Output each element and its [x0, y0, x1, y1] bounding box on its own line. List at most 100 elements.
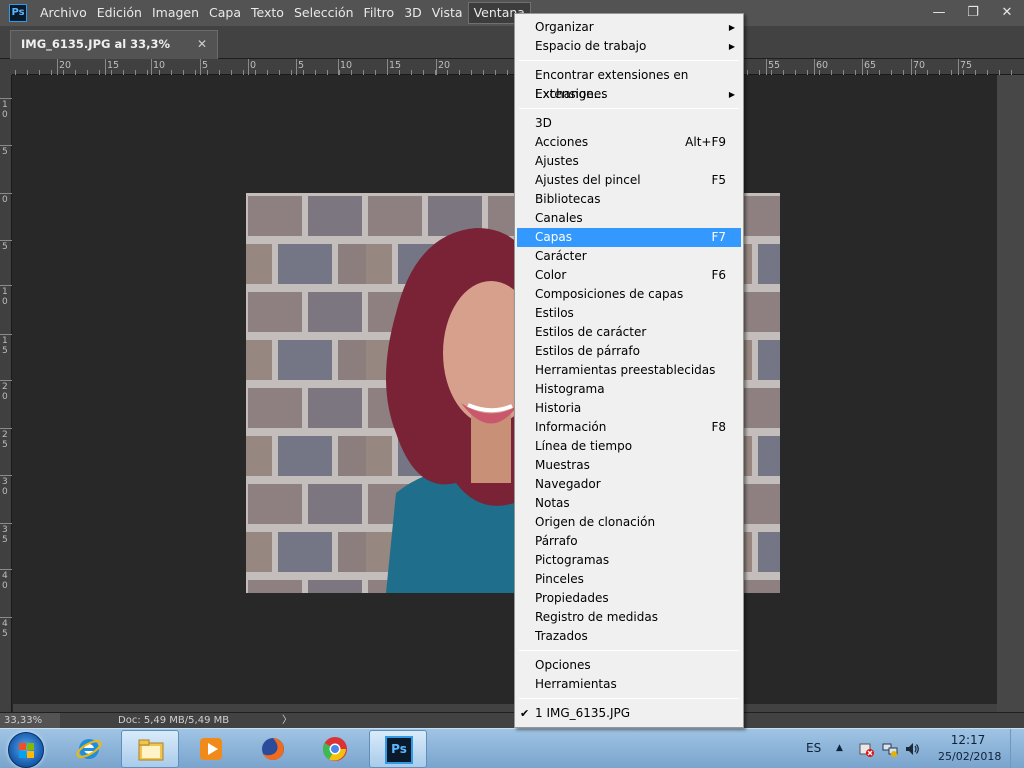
- menu-item-3d[interactable]: 3D: [517, 114, 741, 133]
- menu-item-color[interactable]: Color F6: [517, 266, 741, 285]
- document-tab[interactable]: IMG_6135.JPG al 33,3% (RGB/8*) ✕: [10, 30, 218, 78]
- ruler-major-tick: [0, 380, 12, 381]
- close-tab-icon[interactable]: ✕: [197, 31, 207, 58]
- menu-item-notas[interactable]: Notas: [517, 494, 741, 513]
- minimize-button[interactable]: —: [922, 0, 956, 26]
- menu-item-histograma[interactable]: Histograma: [517, 380, 741, 399]
- menu-archivo[interactable]: Archivo: [35, 2, 92, 24]
- menu-item-bibliotecas[interactable]: Bibliotecas: [517, 190, 741, 209]
- ruler-major-tick: [0, 617, 12, 618]
- menu-item-linea-de-tiempo[interactable]: Línea de tiempo: [517, 437, 741, 456]
- ruler-left-digit: 1: [2, 336, 8, 346]
- status-menu-arrow[interactable]: 〉: [282, 713, 292, 728]
- menu-imagen[interactable]: Imagen: [147, 2, 204, 24]
- menu-texto[interactable]: Texto: [246, 2, 289, 24]
- menu-item-1-img-6135-jpg[interactable]: ✔ 1 IMG_6135.JPG: [517, 704, 741, 723]
- taskbar-button-photoshop[interactable]: Ps: [369, 730, 427, 768]
- menu-item-label: 1 IMG_6135.JPG: [535, 706, 631, 720]
- network-icon[interactable]: [882, 741, 898, 757]
- menu-item-propiedades[interactable]: Propiedades: [517, 589, 741, 608]
- menu-item-canales[interactable]: Canales: [517, 209, 741, 228]
- action-center-icon[interactable]: [858, 741, 874, 757]
- menu-3d[interactable]: 3D: [399, 2, 427, 24]
- clock-time[interactable]: 12:17: [938, 733, 998, 747]
- taskbar-button-chrome[interactable]: [306, 730, 364, 768]
- taskbar-button-internet-explorer[interactable]: [60, 730, 118, 768]
- ruler-left-digit: 2: [2, 382, 8, 392]
- show-desktop-button[interactable]: [1010, 729, 1024, 768]
- ruler-left-label: 20: [2, 382, 10, 402]
- menu-item-historia[interactable]: Historia: [517, 399, 741, 418]
- menu-item-navegador[interactable]: Navegador: [517, 475, 741, 494]
- ruler-top-label: 55: [768, 60, 781, 71]
- menu-item-organizar[interactable]: Organizar ▶: [517, 18, 741, 37]
- ruler-origin[interactable]: [0, 59, 12, 75]
- menu-item-pictogramas[interactable]: Pictogramas: [517, 551, 741, 570]
- ruler-major-tick: [814, 59, 815, 75]
- ruler-top-label: 20: [438, 60, 451, 71]
- menu-seleccion[interactable]: Selección: [289, 2, 359, 24]
- menu-item-label: Estilos: [535, 306, 574, 320]
- menu-item-registro-de-medidas[interactable]: Registro de medidas: [517, 608, 741, 627]
- menu-item-label: Capas: [535, 230, 572, 244]
- menu-item-label: Ajustes del pincel: [535, 173, 641, 187]
- menu-edicion[interactable]: Edición: [92, 2, 147, 24]
- file-explorer-icon: [137, 736, 165, 764]
- menu-item-label: Información: [535, 420, 607, 434]
- ruler-left-digit: 4: [2, 619, 8, 629]
- ruler-major-tick: [0, 145, 12, 146]
- language-indicator[interactable]: ES: [806, 729, 821, 767]
- ruler-left-label: 15: [2, 336, 10, 356]
- menu-item-herramientas[interactable]: Herramientas: [517, 675, 741, 694]
- menu-item-estilos-de-parrafo[interactable]: Estilos de párrafo: [517, 342, 741, 361]
- ruler-left-digit: 1: [2, 100, 8, 110]
- close-button[interactable]: ✕: [990, 0, 1024, 26]
- vertical-ruler[interactable]: 105051015202530354045: [0, 59, 12, 712]
- menu-separator: [519, 108, 739, 109]
- ruler-left-digit: 1: [2, 287, 8, 297]
- menu-item-extensiones[interactable]: Extensiones ▶: [517, 85, 741, 104]
- taskbar-button-media-player[interactable]: [182, 730, 240, 768]
- menu-capa[interactable]: Capa: [204, 2, 246, 24]
- start-button[interactable]: [8, 732, 44, 768]
- submenu-arrow-icon: ▶: [728, 90, 735, 99]
- taskbar: Ps ES ▲ 12:17 25/02/2018: [0, 728, 1024, 768]
- menu-item-opciones[interactable]: Opciones: [517, 656, 741, 675]
- menu-item-composiciones-de-capas[interactable]: Composiciones de capas: [517, 285, 741, 304]
- menu-filtro[interactable]: Filtro: [359, 2, 400, 24]
- taskbar-button-file-explorer[interactable]: [121, 730, 179, 768]
- menu-item-acciones[interactable]: Acciones Alt+F9: [517, 133, 741, 152]
- clock-date[interactable]: 25/02/2018: [938, 750, 1001, 763]
- menu-item-origen-de-clonacion[interactable]: Origen de clonación: [517, 513, 741, 532]
- menu-item-pinceles[interactable]: Pinceles: [517, 570, 741, 589]
- menu-item-trazados[interactable]: Trazados: [517, 627, 741, 646]
- menu-item-encontrar-extensiones-en-exchange[interactable]: Encontrar extensiones en Exchange...: [517, 66, 741, 101]
- menu-vista[interactable]: Vista: [427, 2, 468, 24]
- menu-item-estilos[interactable]: Estilos: [517, 304, 741, 323]
- menu-item-capas[interactable]: Capas F7: [517, 228, 741, 247]
- ruler-left-label: 0: [2, 195, 10, 205]
- ruler-major-tick: [0, 569, 12, 570]
- ruler-left-label: 25: [2, 430, 10, 450]
- menu-item-ajustes-del-pincel[interactable]: Ajustes del pincel F5: [517, 171, 741, 190]
- ruler-major-tick: [766, 59, 767, 75]
- restore-button[interactable]: ❐: [956, 0, 990, 26]
- menu-item-estilos-de-caracter[interactable]: Estilos de carácter: [517, 323, 741, 342]
- menu-item-parrafo[interactable]: Párrafo: [517, 532, 741, 551]
- menu-item-ajustes[interactable]: Ajustes: [517, 152, 741, 171]
- menu-item-label: Herramientas preestablecidas: [535, 363, 716, 377]
- menu-item-herramientas-preestablecidas[interactable]: Herramientas preestablecidas: [517, 361, 741, 380]
- show-hidden-icons-icon[interactable]: ▲: [836, 729, 843, 767]
- menu-item-label: Pictogramas: [535, 553, 610, 567]
- zoom-level-field[interactable]: 33,33%: [0, 713, 60, 728]
- ruler-major-tick: [57, 59, 58, 75]
- menu-item-caracter[interactable]: Carácter: [517, 247, 741, 266]
- horizontal-scrollbar[interactable]: [13, 704, 997, 712]
- volume-icon[interactable]: [904, 741, 920, 757]
- menu-item-informacion[interactable]: Información F8: [517, 418, 741, 437]
- menu-item-espacio-de-trabajo[interactable]: Espacio de trabajo ▶: [517, 37, 741, 56]
- menu-item-muestras[interactable]: Muestras: [517, 456, 741, 475]
- taskbar-button-firefox[interactable]: [244, 730, 302, 768]
- internet-explorer-icon: [75, 735, 103, 763]
- menu-item-label: Línea de tiempo: [535, 439, 633, 453]
